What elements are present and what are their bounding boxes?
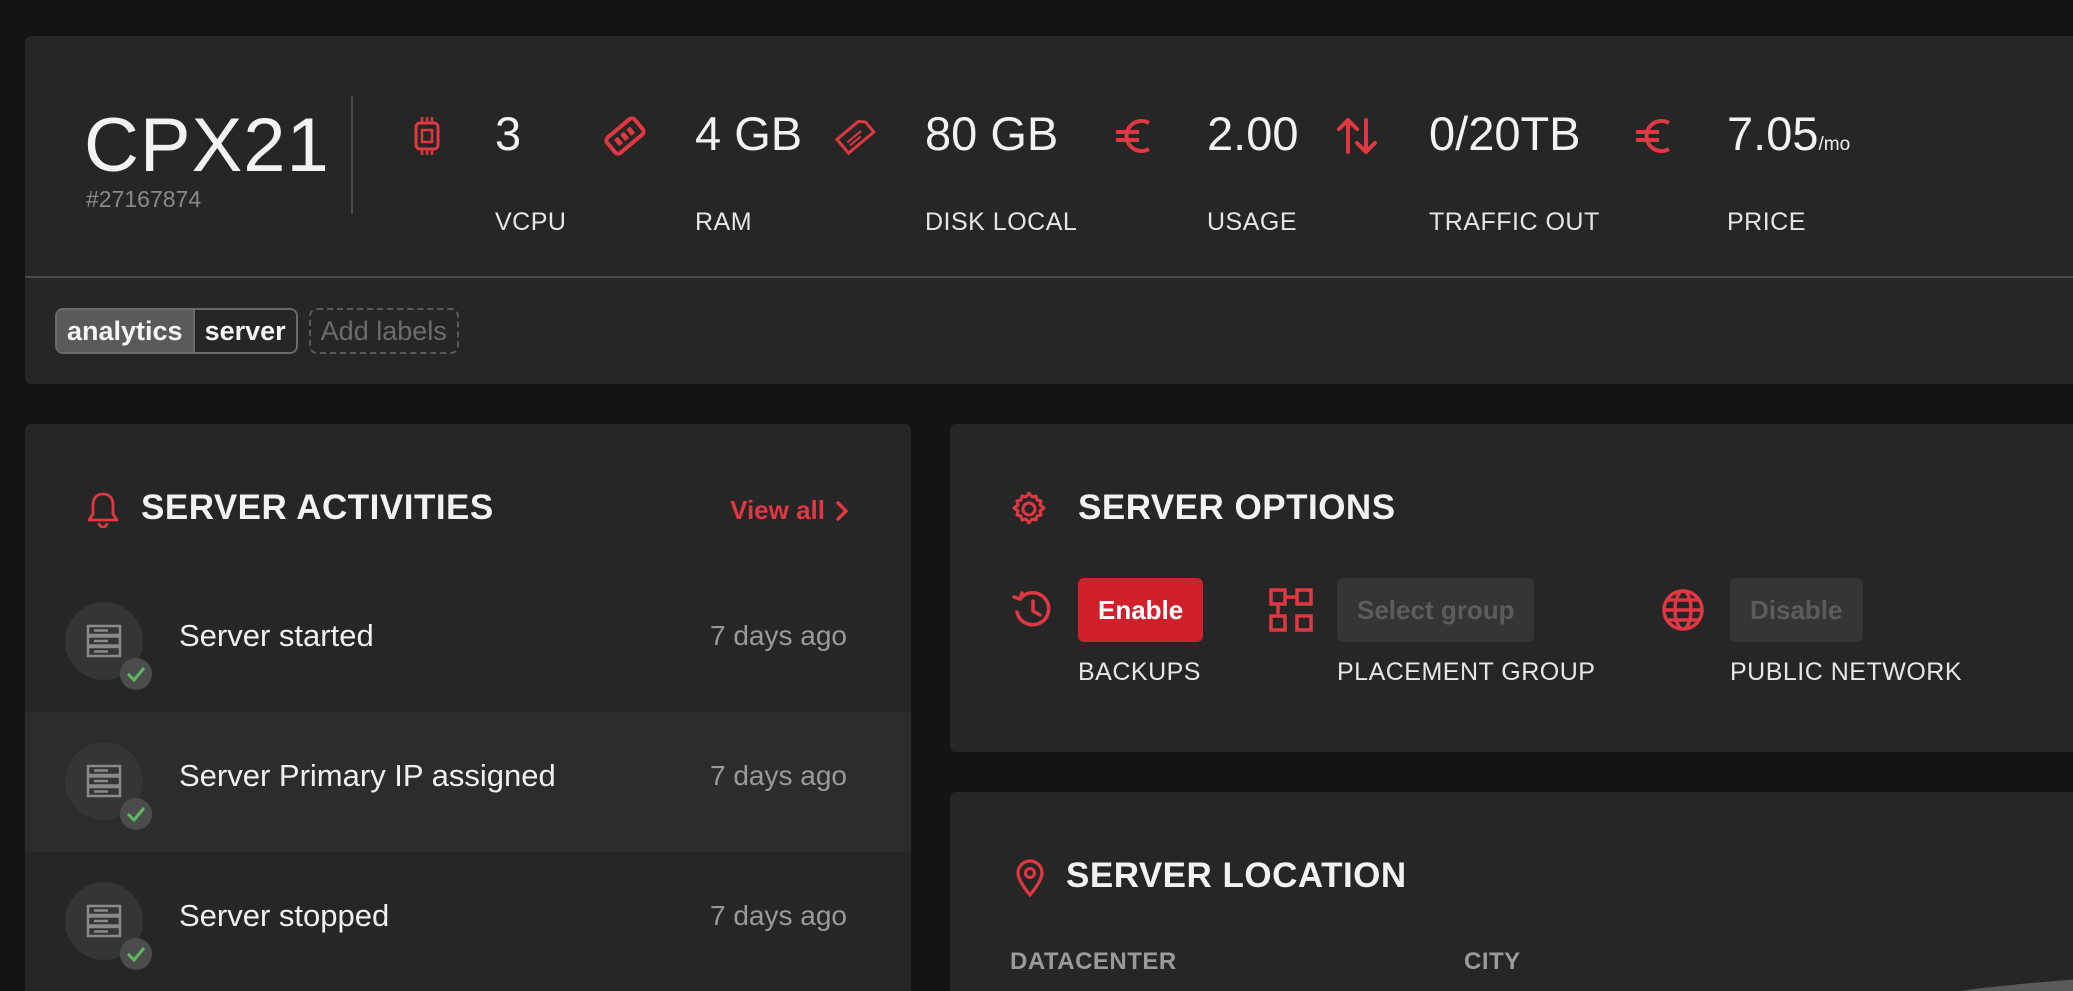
server-header-card: CPX21 #27167874 3 VCPU 4 GB RAM 80 GB DI… (25, 36, 2073, 384)
activity-time: 7 days ago (710, 900, 847, 931)
server-location-card: SERVER LOCATION DATACENTER CITY (950, 792, 2073, 991)
chevron-right-icon (836, 500, 848, 521)
globe-icon (1662, 589, 1704, 631)
ram-icon (604, 116, 646, 156)
select-placement-group-button[interactable]: Select group (1337, 578, 1535, 642)
check-badge (120, 938, 152, 970)
check-icon (126, 807, 146, 823)
server-activities-card: SERVER ACTIVITIES View all Server starte… (25, 424, 911, 991)
check-icon (126, 667, 146, 683)
label-chip[interactable]: analytics server (55, 308, 298, 354)
stat-value: 7.05/mo (1727, 106, 1850, 161)
city-column-header: CITY (1464, 948, 1521, 975)
server-icon (86, 904, 122, 938)
activity-item[interactable]: Server Primary IP assigned 7 days ago (25, 712, 911, 852)
check-icon (126, 947, 146, 963)
activity-time: 7 days ago (710, 620, 847, 651)
price-unit: /mo (1818, 134, 1851, 155)
backups-label: BACKUPS (1078, 658, 1201, 686)
disk-icon (834, 119, 876, 156)
placement-group-label: PLACEMENT GROUP (1337, 658, 1596, 686)
activity-time: 7 days ago (710, 760, 847, 791)
datacenter-column-header: DATACENTER (1010, 948, 1177, 975)
euro-icon (1116, 119, 1150, 153)
placement-group-icon (1269, 588, 1313, 632)
stat-label: DISK LOCAL (925, 208, 1078, 236)
options-title: SERVER OPTIONS (1078, 488, 1396, 527)
check-badge (120, 658, 152, 690)
backup-icon (1012, 591, 1051, 627)
stat-value: 80 GB (925, 107, 1059, 160)
label-value: server (192, 310, 296, 352)
server-id: #27167874 (86, 186, 202, 212)
label-key: analytics (57, 310, 193, 352)
stat-label: PRICE (1727, 208, 1806, 236)
activity-text: Server started (179, 618, 374, 653)
activity-text: Server Primary IP assigned (179, 758, 556, 793)
enable-backups-button[interactable]: Enable (1078, 578, 1204, 642)
activity-item[interactable]: Server started 7 days ago (25, 572, 911, 712)
map-image (1962, 979, 2073, 991)
server-avatar (65, 742, 152, 830)
price-amount: 7.05 (1727, 107, 1819, 160)
activity-item[interactable]: Server stopped 7 days ago (25, 852, 911, 991)
stat-label: VCPU (495, 208, 567, 236)
traffic-icon (1337, 118, 1377, 154)
server-options-card: SERVER OPTIONS Enable BACKUPS Select gro… (950, 424, 2073, 752)
add-labels-button[interactable]: Add labels (308, 308, 459, 354)
header-separator (25, 276, 2073, 278)
stat-value: 3 (495, 107, 522, 160)
activity-text: Server stopped (179, 898, 390, 933)
server-icon (86, 624, 122, 658)
stat-label: USAGE (1207, 208, 1298, 236)
stat-label: RAM (695, 208, 753, 236)
location-title: SERVER LOCATION (1066, 856, 1407, 895)
check-badge (120, 798, 152, 830)
server-avatar (65, 882, 152, 970)
server-name: CPX21 (84, 103, 330, 188)
public-network-label: PUBLIC NETWORK (1730, 658, 1963, 686)
server-icon (86, 764, 122, 798)
location-pin-icon (1016, 859, 1044, 898)
labels-row: analytics server Add labels (55, 308, 459, 354)
stat-value: 0/20TB (1429, 107, 1581, 160)
cpu-icon (414, 117, 440, 155)
view-all-link[interactable]: View all (730, 495, 849, 526)
stat-value: 4 GB (695, 107, 803, 160)
activities-title: SERVER ACTIVITIES (141, 488, 494, 527)
stat-label: TRAFFIC OUT (1429, 208, 1600, 236)
stat-value: 2.00 (1207, 107, 1299, 160)
euro-icon (1636, 119, 1670, 153)
header-divider (351, 96, 353, 214)
view-all-label: View all (730, 495, 825, 525)
bell-icon (87, 492, 119, 528)
gear-icon (1012, 491, 1046, 525)
disable-public-network-button[interactable]: Disable (1730, 578, 1863, 642)
server-avatar (65, 602, 152, 690)
